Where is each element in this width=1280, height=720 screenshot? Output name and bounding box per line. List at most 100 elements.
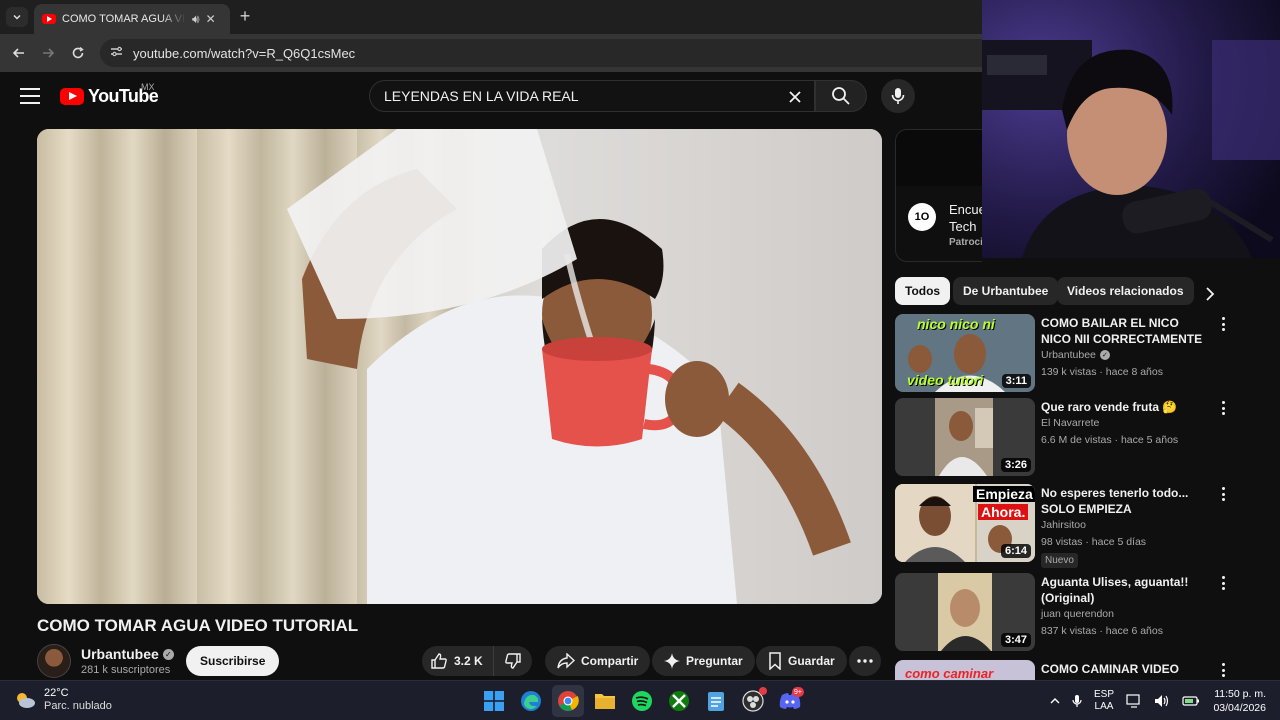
chevron-right-icon [1206, 287, 1215, 301]
taskbar-obs[interactable] [737, 685, 769, 717]
search-button[interactable] [815, 80, 867, 112]
dislike-button[interactable] [494, 646, 532, 676]
chip-videos-relacionados[interactable]: Videos relacionados [1057, 277, 1194, 305]
forward-button[interactable] [37, 42, 59, 64]
clear-search-icon[interactable] [782, 84, 808, 110]
region-code: MX [141, 82, 155, 92]
recommendation-item[interactable]: 3:47 Aguanta Ulises, aguanta!! (Original… [895, 573, 1240, 653]
xbox-icon [669, 691, 689, 711]
more-vertical-icon[interactable] [1217, 316, 1229, 332]
sponsored-ad-card[interactable]: 1O Encue Tech Patrocinado [895, 129, 982, 262]
subscriber-count: 281 k suscriptores [81, 664, 171, 676]
recommendation-item[interactable]: 3:26 Que raro vende fruta 🤔 El Navarrete… [895, 398, 1240, 478]
video-thumbnail[interactable]: nico nico ni video tutori 3:11 [895, 314, 1035, 392]
taskbar-discord[interactable]: 9+ [774, 685, 806, 717]
taskbar-edge[interactable] [515, 685, 547, 717]
more-vertical-icon[interactable] [1217, 662, 1229, 678]
save-button[interactable]: Guardar [756, 646, 847, 676]
taskbar-xbox[interactable] [663, 685, 695, 717]
webcam-overlay [982, 0, 1280, 258]
taskbar-chrome[interactable] [552, 685, 584, 717]
search-input[interactable]: LEYENDAS EN LA VIDA REAL [369, 80, 815, 112]
recommendation-channel[interactable]: Jahirsitoo [1041, 519, 1086, 531]
subscribe-button[interactable]: Suscribirse [186, 646, 280, 676]
share-button[interactable]: Compartir [545, 646, 651, 676]
video-frame-image [37, 129, 882, 604]
video-title: COMO TOMAR AGUA VIDEO TUTORIAL [37, 616, 359, 635]
recommendation-meta: 837 k vistas · hace 6 años [1041, 625, 1163, 637]
more-actions-button[interactable] [849, 646, 881, 676]
temperature: 22°C [44, 687, 69, 699]
ad-title-line-2: Tech [949, 219, 977, 234]
arrow-right-icon [43, 48, 55, 58]
chevron-up-icon[interactable] [1050, 697, 1060, 705]
video-thumbnail[interactable]: 3:47 [895, 573, 1035, 651]
site-info-icon[interactable] [110, 45, 123, 61]
more-vertical-icon[interactable] [1217, 486, 1229, 502]
new-tab-button[interactable]: + [236, 6, 254, 27]
thumbs-down-icon [504, 653, 521, 669]
taskbar-notepad[interactable] [700, 685, 732, 717]
video-thumbnail[interactable]: 3:26 [895, 398, 1035, 476]
video-player[interactable] [37, 129, 882, 604]
chips-next-button[interactable] [1200, 284, 1220, 304]
like-count: 3.2 K [454, 654, 483, 668]
battery-icon[interactable] [1182, 695, 1200, 707]
like-button[interactable]: 3.2 K [422, 646, 494, 676]
channel-name-link[interactable]: Urbantubee ✓ [81, 646, 174, 662]
folder-icon [595, 694, 615, 709]
recommendation-item[interactable]: Empieza Ahora. 6:14 No esperes tenerlo t… [895, 484, 1240, 568]
tab-search-button[interactable] [6, 7, 28, 27]
voice-search-button[interactable] [881, 79, 915, 113]
volume-icon[interactable] [1154, 694, 1170, 708]
network-icon[interactable] [1126, 694, 1142, 708]
recommendation-channel-row[interactable]: Urbantubee ✓ [1041, 349, 1110, 361]
video-owner-row: Urbantubee ✓ 281 k suscriptores Suscribi… [37, 644, 882, 680]
more-horizontal-icon [857, 659, 873, 663]
clock-time: 11:50 p. m. [1214, 688, 1266, 700]
microphone-tray-icon[interactable] [1072, 694, 1082, 708]
search-query: LEYENDAS EN LA VIDA REAL [384, 88, 579, 104]
taskbar-spotify[interactable] [626, 685, 658, 717]
reload-button[interactable] [67, 42, 89, 64]
thumbnail-caption-top: como caminar [905, 666, 994, 680]
back-button[interactable] [8, 42, 30, 64]
browser-tab-youtube[interactable]: COMO TOMAR AGUA VIDEO TUTORIAL - YouTube… [34, 4, 230, 34]
windows-taskbar: 22°C Parc. nublado 9+ ESP LAA 11:50 p. m… [0, 680, 1280, 720]
url-text: youtube.com/watch?v=R_Q6Q1csMec [133, 45, 356, 61]
start-button[interactable] [478, 685, 510, 717]
chip-todos[interactable]: Todos [895, 277, 951, 305]
recommendation-item[interactable]: nico nico ni video tutori 3:11 COMO BAIL… [895, 314, 1240, 394]
more-vertical-icon[interactable] [1217, 400, 1229, 416]
recommendation-title[interactable]: Aguanta Ulises, aguanta!! (Original) [1041, 574, 1211, 606]
taskbar-file-explorer[interactable] [589, 685, 621, 717]
clock-date: 03/04/2026 [1213, 702, 1266, 714]
language-indicator[interactable]: ESP LAA [1094, 689, 1114, 713]
spotify-icon [632, 691, 652, 711]
recommendation-title[interactable]: COMO BAILAR EL NICO NICO NII CORRECTAMEN… [1041, 315, 1211, 347]
recommendation-item[interactable]: como caminar COMO CAMINAR VIDEO [895, 660, 1240, 680]
recommendation-title[interactable]: COMO CAMINAR VIDEO [1041, 661, 1211, 677]
speaker-icon[interactable]: 🔊︎ [192, 12, 200, 27]
address-bar[interactable]: youtube.com/watch?v=R_Q6Q1csMec [100, 39, 1000, 67]
more-vertical-icon[interactable] [1217, 575, 1229, 591]
partly-cloudy-icon [17, 693, 35, 708]
taskbar-apps: 9+ [478, 685, 806, 717]
notepad-icon [708, 692, 724, 711]
recommendation-title[interactable]: Que raro vende fruta 🤔 [1041, 399, 1211, 415]
weather-widget[interactable]: 22°C Parc. nublado [14, 687, 112, 713]
recommendation-channel[interactable]: juan querendon [1041, 608, 1114, 620]
ask-button[interactable]: Preguntar [652, 646, 755, 676]
video-thumbnail[interactable]: Empieza Ahora. 6:14 [895, 484, 1035, 562]
recommendation-channel[interactable]: El Navarrete [1041, 417, 1099, 429]
youtube-logo[interactable]: YouTube MX [60, 82, 159, 107]
recommendation-title[interactable]: No esperes tenerlo todo... SOLO EMPIEZA [1041, 485, 1211, 517]
video-duration: 3:26 [1000, 458, 1031, 472]
channel-avatar[interactable] [37, 644, 71, 678]
close-tab-icon[interactable]: ✕ [206, 12, 216, 26]
video-thumbnail[interactable]: como caminar [895, 660, 1035, 680]
new-badge: Nuevo [1041, 553, 1078, 568]
chip-de-urbantubee[interactable]: De Urbantubee [953, 277, 1059, 305]
menu-icon[interactable] [20, 88, 40, 104]
system-clock[interactable]: 11:50 p. m. 03/04/2026 [1200, 687, 1266, 715]
